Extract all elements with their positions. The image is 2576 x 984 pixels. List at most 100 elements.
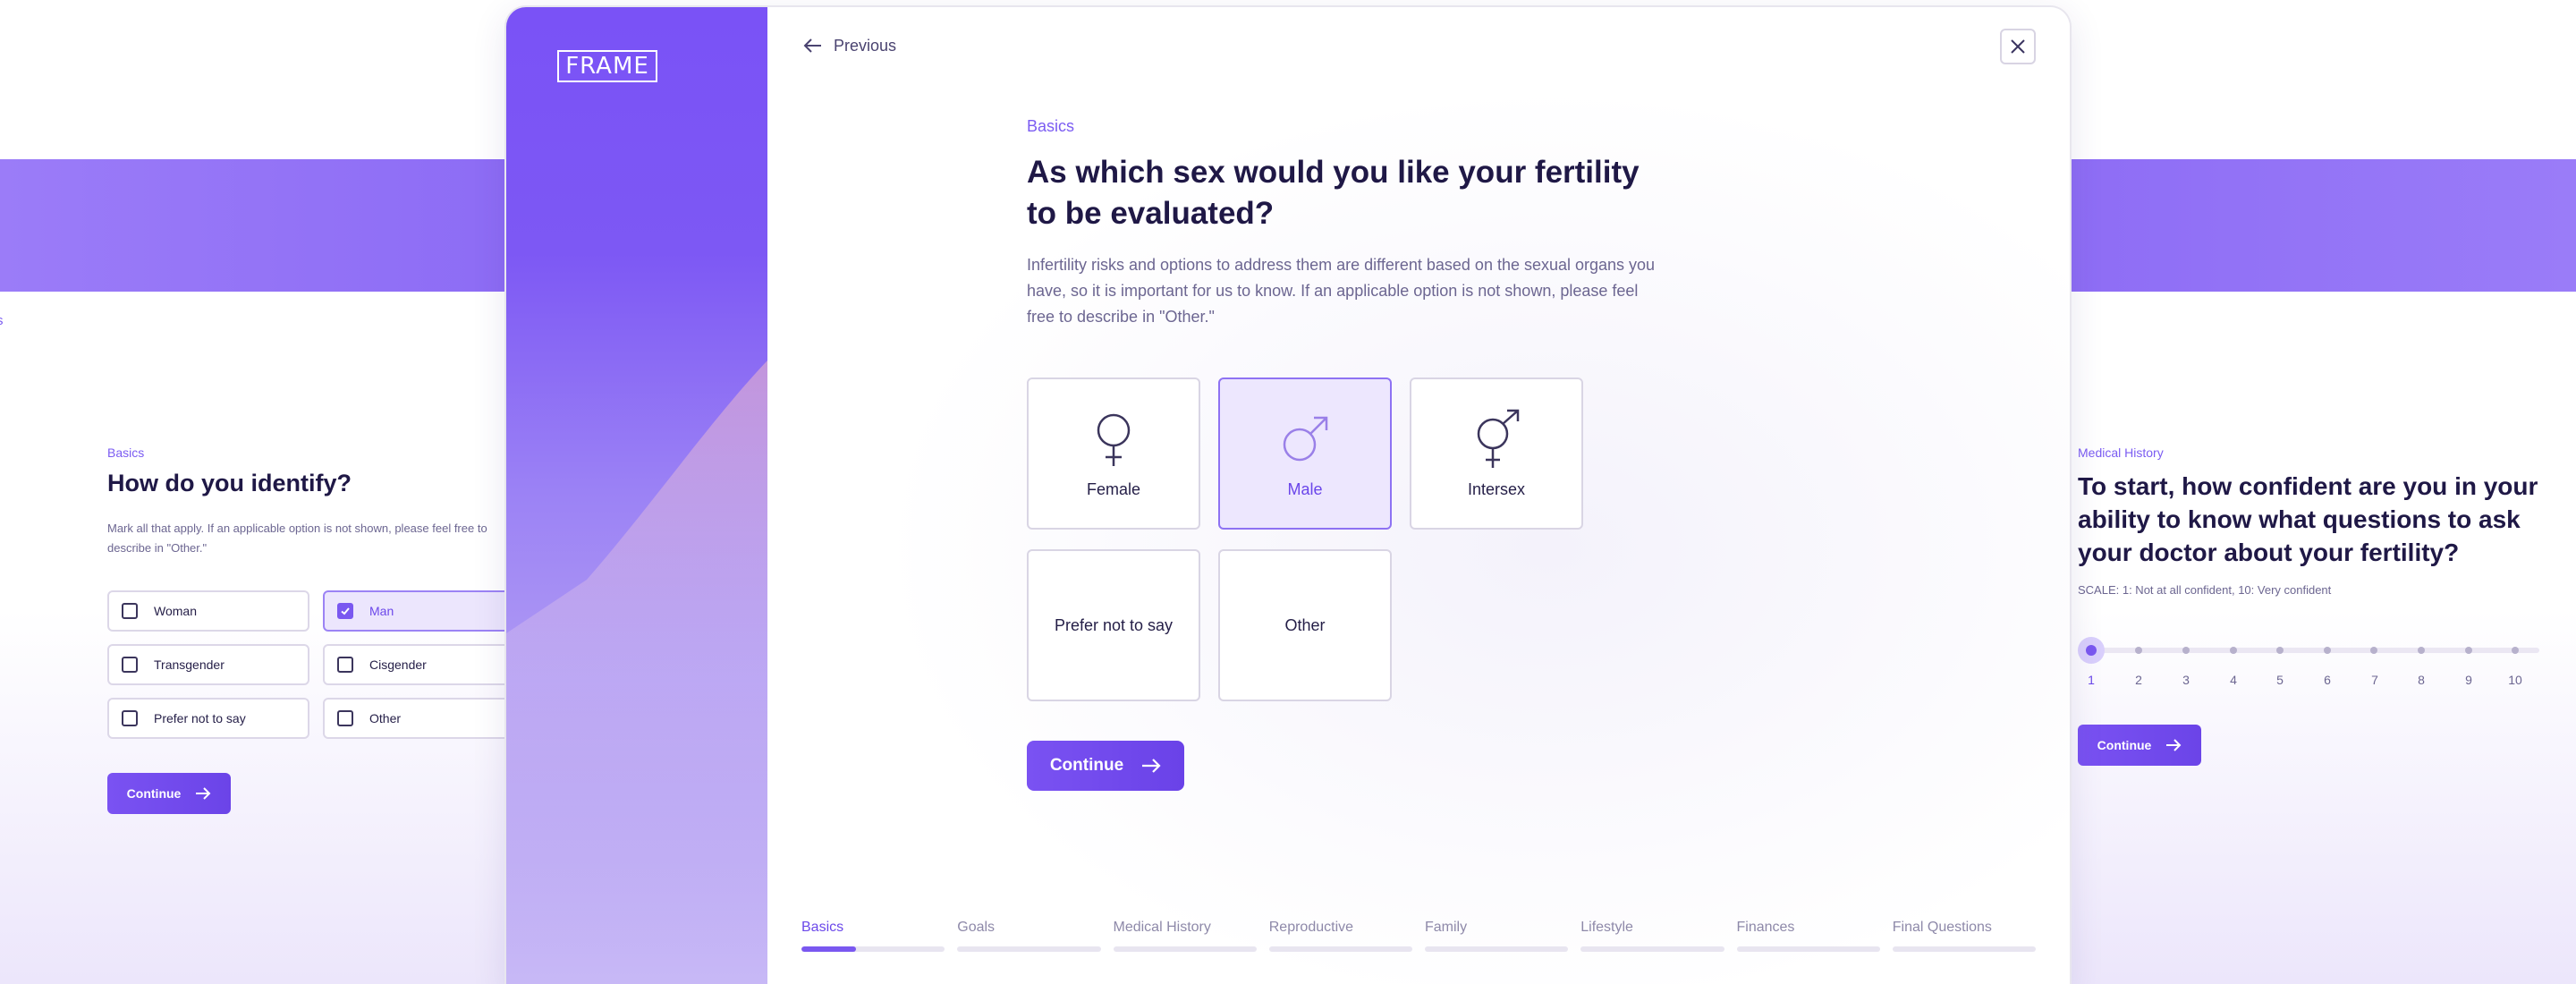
step-goals[interactable]: Goals xyxy=(957,920,1101,952)
option-man[interactable]: Man xyxy=(323,590,506,632)
section-eyebrow: Basics xyxy=(1027,117,1075,135)
option-label: Male xyxy=(1287,479,1323,498)
female-symbol-icon xyxy=(1097,413,1131,466)
decorative-wave xyxy=(506,361,767,984)
question-title: How do you identify? xyxy=(107,470,352,496)
cutoff-text: s xyxy=(0,313,4,328)
slider-tick[interactable] xyxy=(2465,647,2472,654)
progress-steps: Basics Goals Medical History Reproductiv… xyxy=(801,920,2036,952)
question-title: As which sex would you like your fertili… xyxy=(1027,155,1640,231)
scale-value[interactable]: 3 xyxy=(2173,673,2199,687)
step-progress-bar xyxy=(1580,946,1724,952)
question-description: Infertility risks and options to address… xyxy=(1027,256,1656,326)
option-label: Intersex xyxy=(1467,479,1526,498)
step-family[interactable]: Family xyxy=(1425,920,1569,952)
option-transgender[interactable]: Transgender xyxy=(107,644,309,685)
slider-thumb[interactable] xyxy=(2078,637,2105,664)
checkbox[interactable] xyxy=(337,657,353,673)
male-symbol-icon xyxy=(1283,416,1328,461)
checkbox[interactable] xyxy=(122,710,138,726)
section-eyebrow: Basics xyxy=(107,445,145,460)
step-label: Reproductive xyxy=(1268,920,1354,935)
background-card-left: s Basics How do you identify? Mark all t… xyxy=(0,0,506,984)
option-woman[interactable]: Woman xyxy=(107,590,309,632)
slider-tick[interactable] xyxy=(2512,647,2519,654)
scale-value[interactable]: 6 xyxy=(2314,673,2341,687)
step-label: Basics xyxy=(801,920,844,935)
option-label: Prefer not to say xyxy=(1054,615,1174,634)
option-label: Female xyxy=(1086,479,1141,498)
step-lifestyle[interactable]: Lifestyle xyxy=(1580,920,1724,952)
option-label: Transgender xyxy=(154,657,225,672)
slider-tick[interactable] xyxy=(2276,647,2284,654)
header-band xyxy=(2066,159,2576,292)
scale-value[interactable]: 9 xyxy=(2455,673,2482,687)
step-finances[interactable]: Finances xyxy=(1736,920,1880,952)
option-other[interactable]: Other xyxy=(323,698,506,739)
scale-value[interactable]: 10 xyxy=(2502,673,2529,687)
step-reproductive[interactable]: Reproductive xyxy=(1268,920,1412,952)
intersex-symbol-icon xyxy=(1477,409,1520,468)
step-progress-bar xyxy=(957,946,1101,952)
scale-value[interactable]: 1 xyxy=(2078,673,2105,687)
questionnaire-modal: FRAME Previous Basics As which sex would… xyxy=(506,7,2070,984)
step-progress-bar xyxy=(1425,946,1569,952)
question-title: To start, how confident are you in your … xyxy=(2078,472,2538,566)
arrow-left-icon xyxy=(803,38,821,53)
option-female[interactable]: Female xyxy=(1027,377,1200,530)
step-label: Finances xyxy=(1736,920,1795,935)
step-label: Family xyxy=(1425,920,1468,935)
scale-value[interactable]: 2 xyxy=(2125,673,2152,687)
continue-label: Continue xyxy=(1049,756,1124,775)
step-label: Lifestyle xyxy=(1580,920,1633,935)
scale-value[interactable]: 8 xyxy=(2408,673,2435,687)
slider-tick[interactable] xyxy=(2182,647,2190,654)
option-cisgender[interactable]: Cisgender xyxy=(323,644,506,685)
slider-tick[interactable] xyxy=(2324,647,2331,654)
scale-value[interactable]: 4 xyxy=(2220,673,2247,687)
checkbox[interactable] xyxy=(122,657,138,673)
checkbox-checked[interactable] xyxy=(337,603,353,619)
scale-value[interactable]: 7 xyxy=(2361,673,2388,687)
step-progress-bar xyxy=(1736,946,1880,952)
step-final-questions[interactable]: Final Questions xyxy=(1892,920,2036,952)
option-label: Cisgender xyxy=(369,657,427,672)
option-label: Prefer not to say xyxy=(154,711,246,725)
arrow-right-icon xyxy=(2166,739,2182,751)
continue-button[interactable]: Continue xyxy=(1027,741,1184,791)
question-description: Mark all that apply. If an applicable op… xyxy=(107,522,487,555)
step-medical-history[interactable]: Medical History xyxy=(1113,920,1257,952)
step-progress-fill xyxy=(801,946,856,952)
option-label: Other xyxy=(1284,615,1326,634)
option-label: Other xyxy=(369,711,402,725)
previous-link[interactable]: Previous xyxy=(803,36,896,55)
continue-button[interactable]: Continue xyxy=(2078,725,2201,766)
option-label: Man xyxy=(369,604,394,618)
checkbox[interactable] xyxy=(122,603,138,619)
previous-label: Previous xyxy=(834,36,897,55)
section-eyebrow: Medical History xyxy=(2078,445,2164,460)
step-basics[interactable]: Basics xyxy=(801,920,945,952)
continue-button[interactable]: Continue xyxy=(107,773,231,814)
option-label: Woman xyxy=(154,604,197,618)
step-progress-bar xyxy=(801,946,945,952)
option-intersex[interactable]: Intersex xyxy=(1410,377,1583,530)
frame-logo[interactable]: FRAME xyxy=(557,50,657,82)
slider-tick[interactable] xyxy=(2370,647,2377,654)
option-prefer-not-to-say[interactable]: Prefer not to say xyxy=(107,698,309,739)
slider-tick[interactable] xyxy=(2418,647,2425,654)
slider-tick[interactable] xyxy=(2135,647,2142,654)
option-prefer-not-to-say[interactable]: Prefer not to say xyxy=(1027,549,1200,701)
close-icon xyxy=(2011,39,2025,54)
header-band xyxy=(0,159,506,292)
scale-value[interactable]: 5 xyxy=(2267,673,2293,687)
step-label: Goals xyxy=(957,920,996,935)
checkbox[interactable] xyxy=(337,710,353,726)
close-button[interactable] xyxy=(2000,29,2036,64)
step-label: Final Questions xyxy=(1892,920,1992,935)
option-male[interactable]: Male xyxy=(1218,377,1392,530)
continue-label: Continue xyxy=(126,786,182,801)
step-progress-bar xyxy=(1892,946,2036,952)
option-other[interactable]: Other xyxy=(1218,549,1392,701)
slider-tick[interactable] xyxy=(2230,647,2237,654)
